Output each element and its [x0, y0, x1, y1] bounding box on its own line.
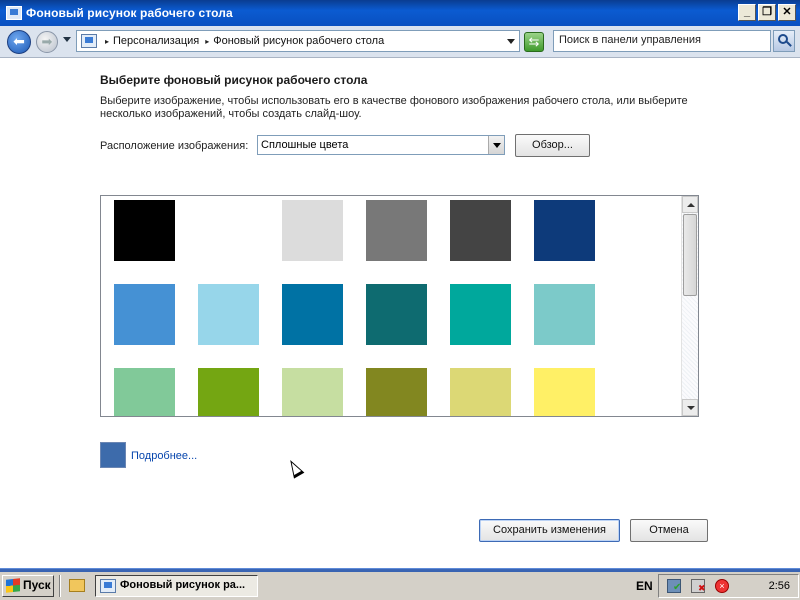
taskbar-window-button[interactable]: Фоновый рисунок ра...	[95, 575, 258, 597]
breadcrumb-arrow-icon[interactable]: ▸	[105, 37, 109, 46]
window-title: Фоновый рисунок рабочего стола	[26, 6, 233, 20]
color-swatch[interactable]	[534, 368, 595, 416]
chevron-down-icon[interactable]	[488, 136, 504, 154]
color-swatch[interactable]	[450, 284, 511, 345]
restore-button[interactable]: ❐	[758, 4, 776, 21]
taskbar-separator	[59, 575, 61, 597]
page-title: Выберите фоновый рисунок рабочего стола	[100, 73, 368, 87]
control-panel-icon	[81, 34, 97, 48]
content-pane: Выберите фоновый рисунок рабочего стола …	[0, 58, 800, 568]
volume-muted-icon[interactable]	[691, 579, 706, 594]
color-swatch[interactable]	[114, 284, 175, 345]
color-swatch[interactable]	[534, 200, 595, 261]
minimize-button[interactable]: _	[738, 4, 756, 21]
search-button[interactable]	[773, 30, 795, 52]
explorer-folder-icon[interactable]	[69, 579, 85, 592]
search-input[interactable]: Поиск в панели управления	[553, 30, 771, 52]
color-swatch[interactable]	[198, 368, 259, 416]
network-icon[interactable]	[667, 579, 681, 593]
taskbar-window-label: Фоновый рисунок ра...	[120, 579, 246, 591]
location-select[interactable]: Сплошные цвета	[257, 135, 505, 155]
scroll-up-button[interactable]	[682, 196, 698, 213]
title-bar: Фоновый рисунок рабочего стола _ ❐ ✕	[0, 0, 800, 26]
windows-logo-icon	[6, 578, 20, 593]
language-indicator[interactable]: EN	[636, 579, 653, 593]
color-swatch[interactable]	[282, 368, 343, 416]
recent-pages-dropdown[interactable]	[63, 37, 71, 42]
breadcrumb-personalization[interactable]: Персонализация	[113, 35, 199, 47]
clock[interactable]: 2:56	[769, 580, 790, 592]
more-colors-link[interactable]: Подробнее...	[131, 450, 197, 462]
scroll-thumb[interactable]	[683, 214, 697, 296]
color-swatch-list	[100, 195, 699, 417]
breadcrumb-desktop-background[interactable]: Фоновый рисунок рабочего стола	[213, 35, 384, 47]
forward-button[interactable]: ➡	[36, 31, 58, 53]
security-alert-icon[interactable]: ×	[715, 579, 729, 593]
custom-color-swatch[interactable]	[100, 442, 126, 468]
system-tray: × 2:56	[658, 574, 799, 598]
back-button[interactable]: ⬅	[7, 30, 31, 54]
address-toolbar: ⬅ ➡ ▸ Персонализация ▸ Фоновый рисунок р…	[0, 26, 800, 58]
address-bar[interactable]: ▸ Персонализация ▸ Фоновый рисунок рабоч…	[76, 30, 520, 52]
color-swatch[interactable]	[450, 368, 511, 416]
taskbar: Пуск Фоновый рисунок ра... EN × 2:56	[0, 568, 800, 600]
color-swatch[interactable]	[114, 368, 175, 416]
color-swatch[interactable]	[366, 284, 427, 345]
window-controls: _ ❐ ✕	[738, 4, 796, 21]
save-changes-button[interactable]: Сохранить изменения	[479, 519, 620, 542]
location-label: Расположение изображения:	[100, 140, 249, 152]
close-button[interactable]: ✕	[778, 4, 796, 21]
location-select-value: Сплошные цвета	[261, 139, 349, 151]
color-swatch[interactable]	[198, 200, 259, 261]
breadcrumb-arrow-icon[interactable]: ▸	[205, 37, 209, 46]
color-swatch[interactable]	[282, 284, 343, 345]
control-panel-icon	[100, 579, 116, 593]
scroll-down-button[interactable]	[682, 399, 698, 416]
color-swatch[interactable]	[534, 284, 595, 345]
cancel-button[interactable]: Отмена	[630, 519, 708, 542]
color-swatch[interactable]	[198, 284, 259, 345]
color-swatch[interactable]	[366, 368, 427, 416]
color-swatch[interactable]	[366, 200, 427, 261]
mouse-cursor-icon	[285, 457, 305, 479]
control-panel-icon	[6, 6, 22, 20]
page-description: Выберите изображение, чтобы использовать…	[100, 95, 688, 120]
color-swatch[interactable]	[450, 200, 511, 261]
color-swatch[interactable]	[282, 200, 343, 261]
browse-button[interactable]: Обзор...	[515, 134, 590, 157]
address-dropdown-icon[interactable]	[507, 39, 515, 44]
color-swatch[interactable]	[114, 200, 175, 261]
start-button[interactable]: Пуск	[2, 575, 54, 597]
start-label: Пуск	[23, 578, 51, 592]
vertical-scrollbar[interactable]	[681, 196, 698, 416]
refresh-button[interactable]: ⇆	[524, 32, 544, 52]
